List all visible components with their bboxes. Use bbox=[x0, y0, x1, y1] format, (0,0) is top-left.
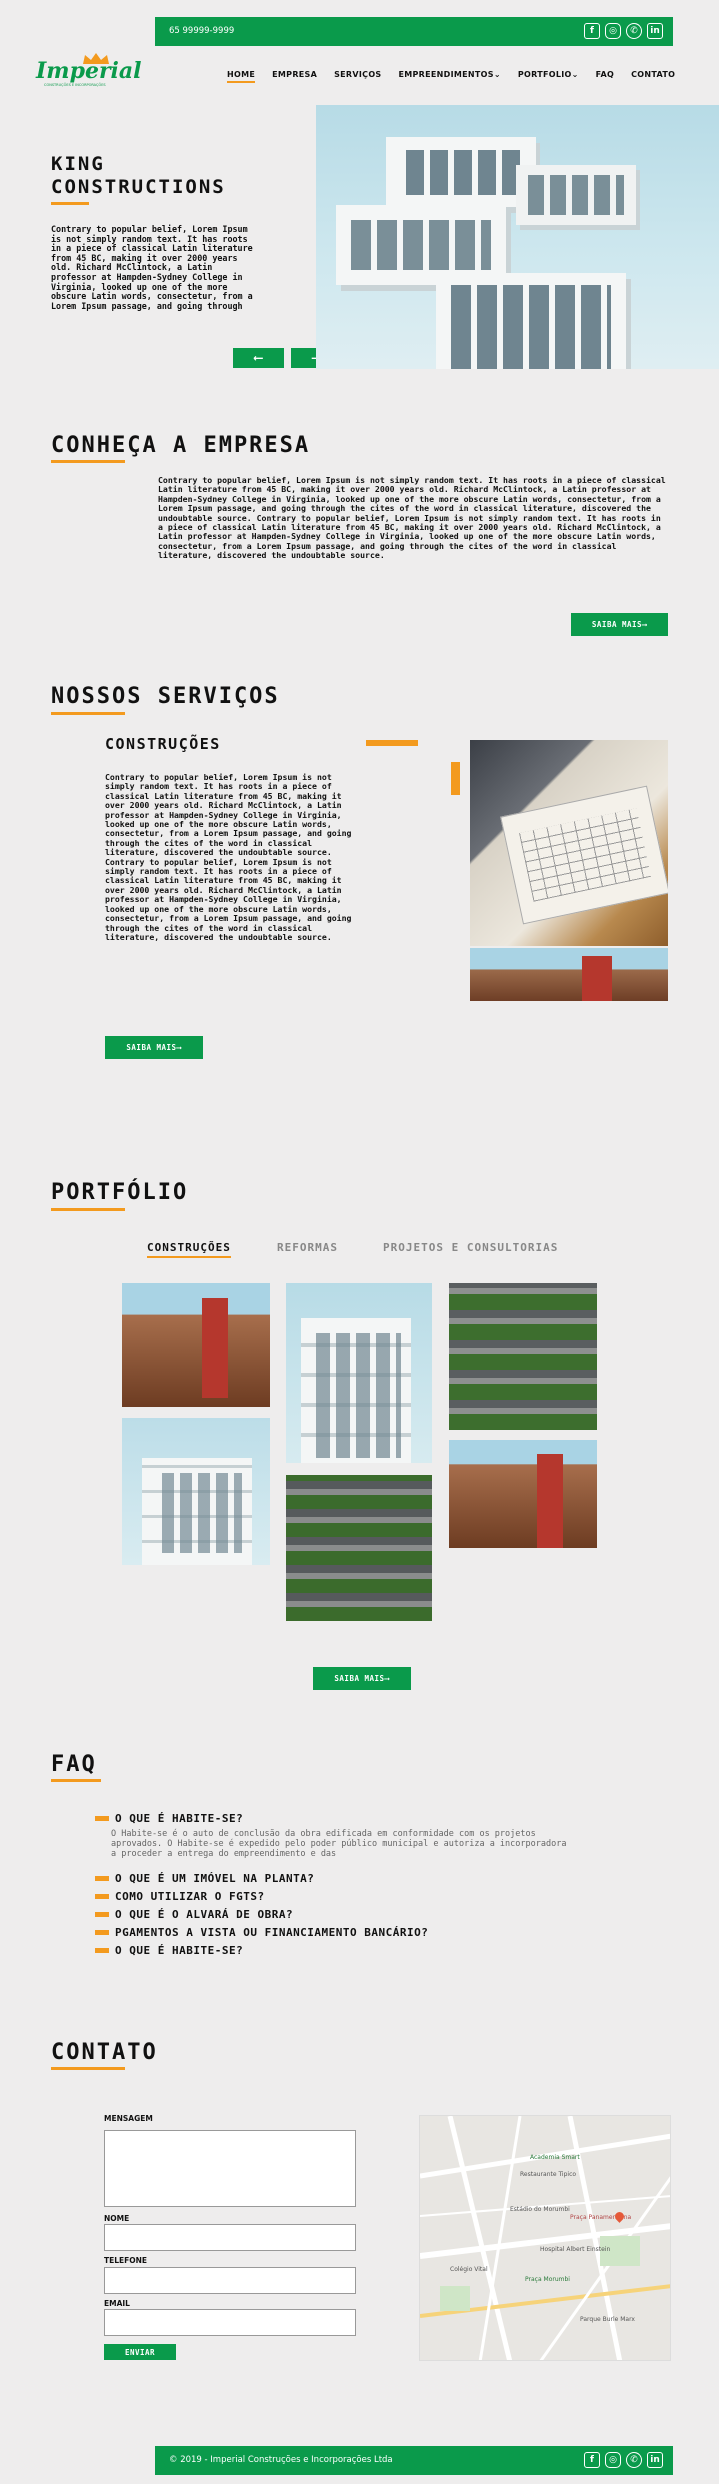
linkedin-icon[interactable]: in bbox=[647, 2452, 663, 2468]
empresa-saiba-mais-button[interactable]: SAIBA MAIS⟶ bbox=[571, 613, 668, 636]
mensagem-textarea[interactable] bbox=[104, 2130, 356, 2207]
map-label-7: Praça Morumbi bbox=[525, 2276, 570, 2283]
faq-bullet bbox=[95, 1876, 109, 1881]
hero-prev-button[interactable]: ⟵ bbox=[233, 348, 284, 368]
servicos-accent-tab bbox=[451, 762, 460, 795]
nav-portfolio[interactable]: PORTFOLIO⌄ bbox=[518, 70, 579, 79]
nav-contato[interactable]: CONTATO bbox=[631, 70, 675, 79]
portfolio-image-5[interactable] bbox=[449, 1283, 597, 1430]
nav-home[interactable]: HOME bbox=[227, 70, 256, 83]
faq-item-6[interactable]: O QUE É HABITE-SE? bbox=[95, 1944, 243, 1957]
portfolio-image-2[interactable] bbox=[122, 1418, 270, 1565]
copyright-text: © 2019 - Imperial Construções e Incorpor… bbox=[169, 2455, 393, 2465]
nav-active-underline bbox=[227, 81, 256, 83]
faq-answer: O Habite-se é o auto de conclusão da obr… bbox=[111, 1829, 567, 1859]
nav-empresa[interactable]: EMPRESA bbox=[272, 70, 317, 79]
instagram-icon[interactable]: ◎ bbox=[605, 2452, 621, 2468]
nome-field[interactable] bbox=[104, 2224, 356, 2251]
faq-item-5[interactable]: PGAMENTOS A VISTA OU FINANCIAMENTO BANCÁ… bbox=[95, 1926, 428, 1939]
chevron-down-icon: ⌄ bbox=[493, 70, 501, 79]
social-icons: f ◎ ✆ in bbox=[579, 23, 663, 39]
map-label-2: Restaurante Tipico bbox=[520, 2171, 577, 2178]
nav-servicos[interactable]: SERVIÇOS bbox=[334, 70, 381, 79]
faq-title: FAQ bbox=[51, 1752, 97, 1777]
portfolio-image-3[interactable] bbox=[286, 1283, 432, 1463]
instagram-icon[interactable]: ◎ bbox=[605, 23, 621, 39]
empresa-text: Contrary to popular belief, Lorem Ipsum … bbox=[158, 475, 666, 561]
contato-underline bbox=[51, 2067, 125, 2070]
chevron-down-icon: ⌄ bbox=[571, 70, 579, 79]
portfolio-title: PORTFÓLIO bbox=[51, 1180, 189, 1205]
map[interactable]: Academia Smart Restaurante Tipico Estádi… bbox=[419, 2115, 671, 2361]
faq-bullet bbox=[95, 1912, 109, 1917]
hero-building-image bbox=[316, 105, 719, 369]
portfolio-saiba-mais-button[interactable]: SAIBA MAIS⟶ bbox=[313, 1667, 411, 1690]
tab-reformas[interactable]: REFORMAS bbox=[277, 1241, 338, 1254]
map-label-3: Estádio do Morumbi bbox=[510, 2206, 570, 2213]
whatsapp-icon[interactable]: ✆ bbox=[626, 23, 642, 39]
map-label-8: Parque Burle Marx bbox=[580, 2316, 635, 2323]
tab-construcoes[interactable]: CONSTRUÇÕES bbox=[147, 1241, 231, 1258]
portfolio-image-6[interactable] bbox=[449, 1440, 597, 1548]
empresa-title: CONHEÇA A EMPRESA bbox=[51, 433, 311, 458]
logo-tagline: CONSTRUÇÕES E INCORPORAÇÕES bbox=[44, 83, 106, 87]
email-field[interactable] bbox=[104, 2309, 356, 2336]
telefone-label: TELEFONE bbox=[104, 2256, 148, 2265]
email-label: EMAIL bbox=[104, 2299, 130, 2308]
phone-number[interactable]: 65 99999-9999 bbox=[169, 26, 234, 36]
enviar-button[interactable]: ENVIAR bbox=[104, 2344, 176, 2360]
logo-text: Imperial bbox=[36, 58, 142, 84]
top-bar: 65 99999-9999 f ◎ ✆ in bbox=[155, 17, 673, 46]
portfolio-image-1[interactable] bbox=[122, 1283, 270, 1407]
servicos-text: Contrary to popular belief, Lorem Ipsum … bbox=[105, 772, 352, 942]
nav-empreendimentos[interactable]: EMPREENDIMENTOS⌄ bbox=[398, 70, 500, 79]
faq-bullet bbox=[95, 1930, 109, 1935]
tab-projetos-consultorias[interactable]: PROJETOS E CONSULTORIAS bbox=[383, 1241, 558, 1254]
faq-bullet bbox=[95, 1948, 109, 1953]
faq-item-2[interactable]: O QUE É UM IMÓVEL NA PLANTA? bbox=[95, 1872, 314, 1885]
telefone-field[interactable] bbox=[104, 2267, 356, 2294]
faq-underline bbox=[51, 1779, 101, 1782]
portfolio-image-4[interactable] bbox=[286, 1475, 432, 1621]
servicos-blueprint-image bbox=[470, 740, 668, 946]
main-nav: HOME EMPRESA SERVIÇOS EMPREENDIMENTOS⌄ P… bbox=[227, 70, 692, 83]
map-label-1: Academia Smart bbox=[530, 2154, 580, 2161]
hero-title: KING CONSTRUCTIONS bbox=[51, 153, 226, 198]
servicos-underline bbox=[51, 712, 125, 715]
servicos-title: NOSSOS SERVIÇOS bbox=[51, 684, 280, 709]
faq-bullet bbox=[95, 1894, 109, 1899]
portfolio-underline bbox=[51, 1208, 125, 1211]
nav-faq[interactable]: FAQ bbox=[596, 70, 614, 79]
footer-social-icons: f ◎ ✆ in bbox=[579, 2452, 663, 2468]
linkedin-icon[interactable]: in bbox=[647, 23, 663, 39]
facebook-icon[interactable]: f bbox=[584, 23, 600, 39]
map-roads bbox=[420, 2116, 670, 2360]
hero-text: Contrary to popular belief, Lorem Ipsum … bbox=[51, 224, 253, 311]
whatsapp-icon[interactable]: ✆ bbox=[626, 2452, 642, 2468]
hero-title-underline bbox=[51, 202, 89, 205]
servicos-saiba-mais-button[interactable]: SAIBA MAIS⟶ bbox=[105, 1036, 203, 1059]
faq-item-3[interactable]: COMO UTILIZAR O FGTS? bbox=[95, 1890, 265, 1903]
footer-bar: © 2019 - Imperial Construções e Incorpor… bbox=[155, 2446, 673, 2475]
nome-label: NOME bbox=[104, 2214, 130, 2223]
faq-item-1[interactable]: O QUE É HABITE-SE? bbox=[95, 1812, 243, 1825]
map-label-6: Colégio Vital bbox=[450, 2266, 488, 2273]
faq-item-4[interactable]: O QUE É O ALVARÁ DE OBRA? bbox=[95, 1908, 293, 1921]
servicos-accent-bar bbox=[366, 740, 418, 746]
mensagem-label: MENSAGEM bbox=[104, 2114, 153, 2123]
servicos-construction-image bbox=[470, 948, 668, 1001]
servicos-subtitle: CONSTRUÇÕES bbox=[105, 735, 221, 753]
empresa-underline bbox=[51, 460, 125, 463]
logo[interactable]: Imperial CONSTRUÇÕES E INCORPORAÇÕES bbox=[36, 52, 156, 90]
faq-bullet bbox=[95, 1816, 109, 1821]
facebook-icon[interactable]: f bbox=[584, 2452, 600, 2468]
map-label-5: Hospital Albert Einstein bbox=[540, 2246, 611, 2253]
contato-title: CONTATO bbox=[51, 2040, 158, 2065]
